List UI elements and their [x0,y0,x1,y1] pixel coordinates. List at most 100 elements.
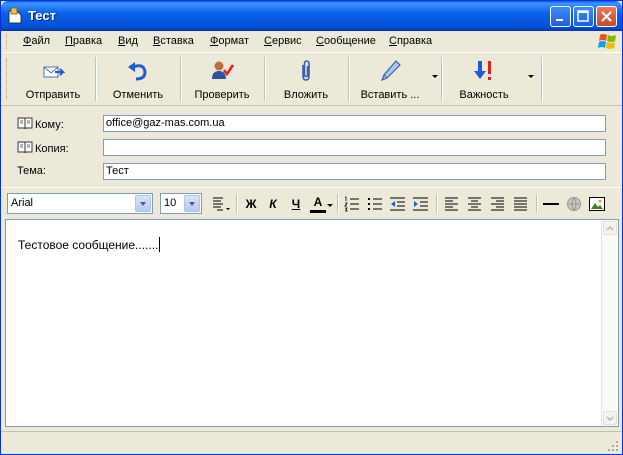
attach-button[interactable]: Вложить [266,55,346,103]
justify-button[interactable] [512,195,530,213]
chevron-down-icon [606,416,614,422]
menu-format[interactable]: Формат [210,35,249,47]
align-center-button[interactable] [466,195,484,213]
chevron-up-icon [606,225,614,231]
picture-icon [589,197,605,211]
font-size-value: 10 [164,197,177,209]
toolbar-separator [441,57,443,101]
close-icon [601,11,612,22]
italic-button[interactable]: К [264,195,282,213]
maximize-button[interactable] [573,6,594,27]
align-left-button[interactable] [443,195,461,213]
bullet-list-button[interactable] [366,195,384,213]
status-bar [1,431,622,454]
font-size-combo[interactable]: 10 [160,193,202,214]
format-separator [536,194,538,213]
paragraph-style-icon [213,197,230,211]
insert-signature-label: Вставить ... [360,89,420,101]
priority-button[interactable]: Важность [444,55,524,103]
formatting-toolbar: Arial 10 Ж К Ч A [1,187,622,218]
decrease-indent-icon [390,197,405,211]
toolbar-grip[interactable] [6,59,10,99]
numbered-list-button[interactable] [343,195,361,213]
message-body[interactable]: Тестовое сообщение....... [18,237,161,252]
compose-window: Тест Файл Правка Вид Вставка Формат Серв… [0,0,623,455]
to-label: Кому: [35,119,64,131]
paperclip-icon [302,60,310,81]
close-button[interactable] [596,6,617,27]
align-right-button[interactable] [489,195,507,213]
font-name-combo[interactable]: Arial [7,193,153,214]
font-color-button[interactable]: A [310,195,326,213]
insert-hyperlink-button [565,195,583,213]
size-dropdown-button[interactable] [184,195,200,212]
undo-icon [128,62,147,81]
priority-dropdown-arrow[interactable] [528,75,534,78]
numbered-list-icon [344,196,359,212]
insert-dropdown-arrow[interactable] [432,75,438,78]
justify-icon [514,197,527,211]
send-button[interactable]: Отправить [13,55,93,103]
window-title: Тест [28,8,56,23]
title-bar[interactable]: Тест [1,1,622,31]
insert-signature-button[interactable]: Вставить ... [350,55,430,103]
cc-field[interactable] [103,139,606,156]
message-body-text: Тестовое сообщение....... [18,238,159,252]
cc-label-button[interactable]: Копия: [17,141,69,155]
font-name-value: Arial [11,197,34,209]
check-names-icon [212,61,234,79]
check-names-label: Проверить [194,89,250,101]
pen-icon [380,60,401,82]
menu-help[interactable]: Справка [389,35,432,47]
menu-grip[interactable] [6,34,10,49]
menu-message[interactable]: Сообщение [316,35,376,47]
font-dropdown-button[interactable] [135,195,151,212]
subject-label: Тема: [17,165,46,177]
undo-label: Отменить [112,89,164,101]
minimize-icon [556,19,563,21]
text-caret [159,237,161,252]
undo-button[interactable]: Отменить [97,55,179,103]
align-right-icon [491,197,504,211]
bullet-list-icon [368,198,382,210]
to-field[interactable]: office@gaz-mas.com.ua [103,115,606,132]
cc-label: Копия: [35,143,69,155]
message-headers: Кому: office@gaz-mas.com.ua Копия: Тема:… [1,107,622,187]
bold-button[interactable]: Ж [242,195,260,213]
address-book-icon [17,141,33,154]
increase-indent-icon [413,197,428,211]
menu-tools[interactable]: Сервис [264,35,302,47]
menu-file[interactable]: Файл [23,35,50,47]
decrease-indent-button[interactable] [389,195,407,213]
globe-link-icon [567,197,581,212]
windows-logo-icon [598,34,616,49]
message-icon [8,8,22,24]
send-label: Отправить [25,89,81,101]
scroll-up-button[interactable] [603,221,617,235]
format-separator [436,194,438,213]
increase-indent-button[interactable] [412,195,430,213]
font-color-dropdown-arrow[interactable] [327,204,333,207]
scroll-down-button[interactable] [603,411,617,425]
underline-button[interactable]: Ч [287,195,305,213]
minimize-button[interactable] [550,6,571,27]
vertical-scrollbar[interactable] [601,220,618,426]
horizontal-line-icon [543,203,559,205]
paragraph-style-button[interactable] [211,195,230,213]
resize-grip-icon[interactable] [607,440,619,452]
horizontal-line-button[interactable] [542,195,560,213]
menu-view[interactable]: Вид [118,35,138,47]
to-label-button[interactable]: Кому: [17,117,64,131]
menu-edit[interactable]: Правка [65,35,102,47]
send-icon [43,66,65,78]
menu-bar: Файл Правка Вид Вставка Формат Сервис Со… [1,31,622,53]
subject-field[interactable]: Тест [103,163,606,180]
priority-icon [474,61,491,80]
check-names-button[interactable]: Проверить [182,55,262,103]
priority-label: Важность [459,89,509,101]
attach-label: Вложить [283,89,329,101]
insert-picture-button[interactable] [588,195,606,213]
menu-insert[interactable]: Вставка [153,35,194,47]
address-book-icon [17,117,33,130]
message-body-editor[interactable]: Тестовое сообщение....... [5,219,619,427]
